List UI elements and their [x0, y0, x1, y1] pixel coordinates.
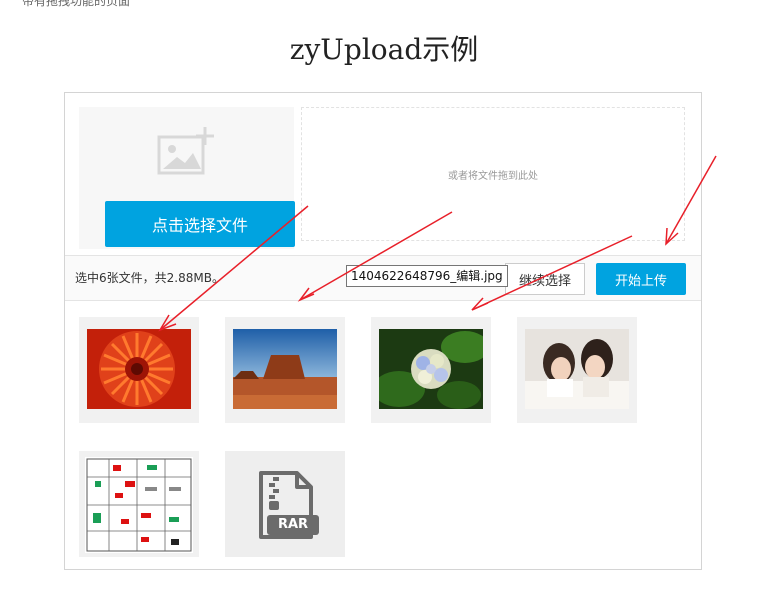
hydrangea-image	[379, 329, 483, 409]
thumbnail-floorplan[interactable]	[79, 451, 199, 557]
drop-hint: 或者将文件拖到此处	[448, 170, 538, 182]
thumbnail-flower[interactable]	[79, 317, 199, 423]
drop-zone[interactable]: 或者将文件拖到此处	[301, 107, 685, 241]
thumbnail-hydrangea[interactable]	[371, 317, 491, 423]
floorplan-image	[85, 457, 193, 553]
desert-image	[233, 329, 337, 409]
upload-panel: 点击选择文件 或者将文件拖到此处 选中6张文件，共2.88MB。 继续选择 开始…	[64, 92, 702, 570]
choose-file-button[interactable]: 点击选择文件	[105, 201, 295, 247]
rar-file-icon	[259, 471, 319, 539]
thumbnail-rar[interactable]: RAR	[225, 451, 345, 557]
selection-status: 选中6张文件，共2.88MB。	[75, 271, 224, 285]
flower-image	[87, 329, 191, 409]
file-select-area: 点击选择文件	[79, 107, 295, 249]
thumbnail-children[interactable]	[517, 317, 637, 423]
filename-tooltip: 1404622648796_编辑.jpg	[346, 265, 508, 287]
continue-select-button[interactable]: 继续选择	[505, 263, 585, 295]
thumbnail-desert[interactable]	[225, 317, 345, 423]
rar-label: RAR	[277, 517, 309, 532]
start-upload-button[interactable]: 开始上传	[596, 263, 686, 295]
children-image	[525, 329, 629, 409]
top-note: 带有拖拽功能的页面	[22, 0, 131, 8]
add-image-icon	[157, 127, 214, 175]
page-title: zyUpload示例	[289, 33, 479, 66]
